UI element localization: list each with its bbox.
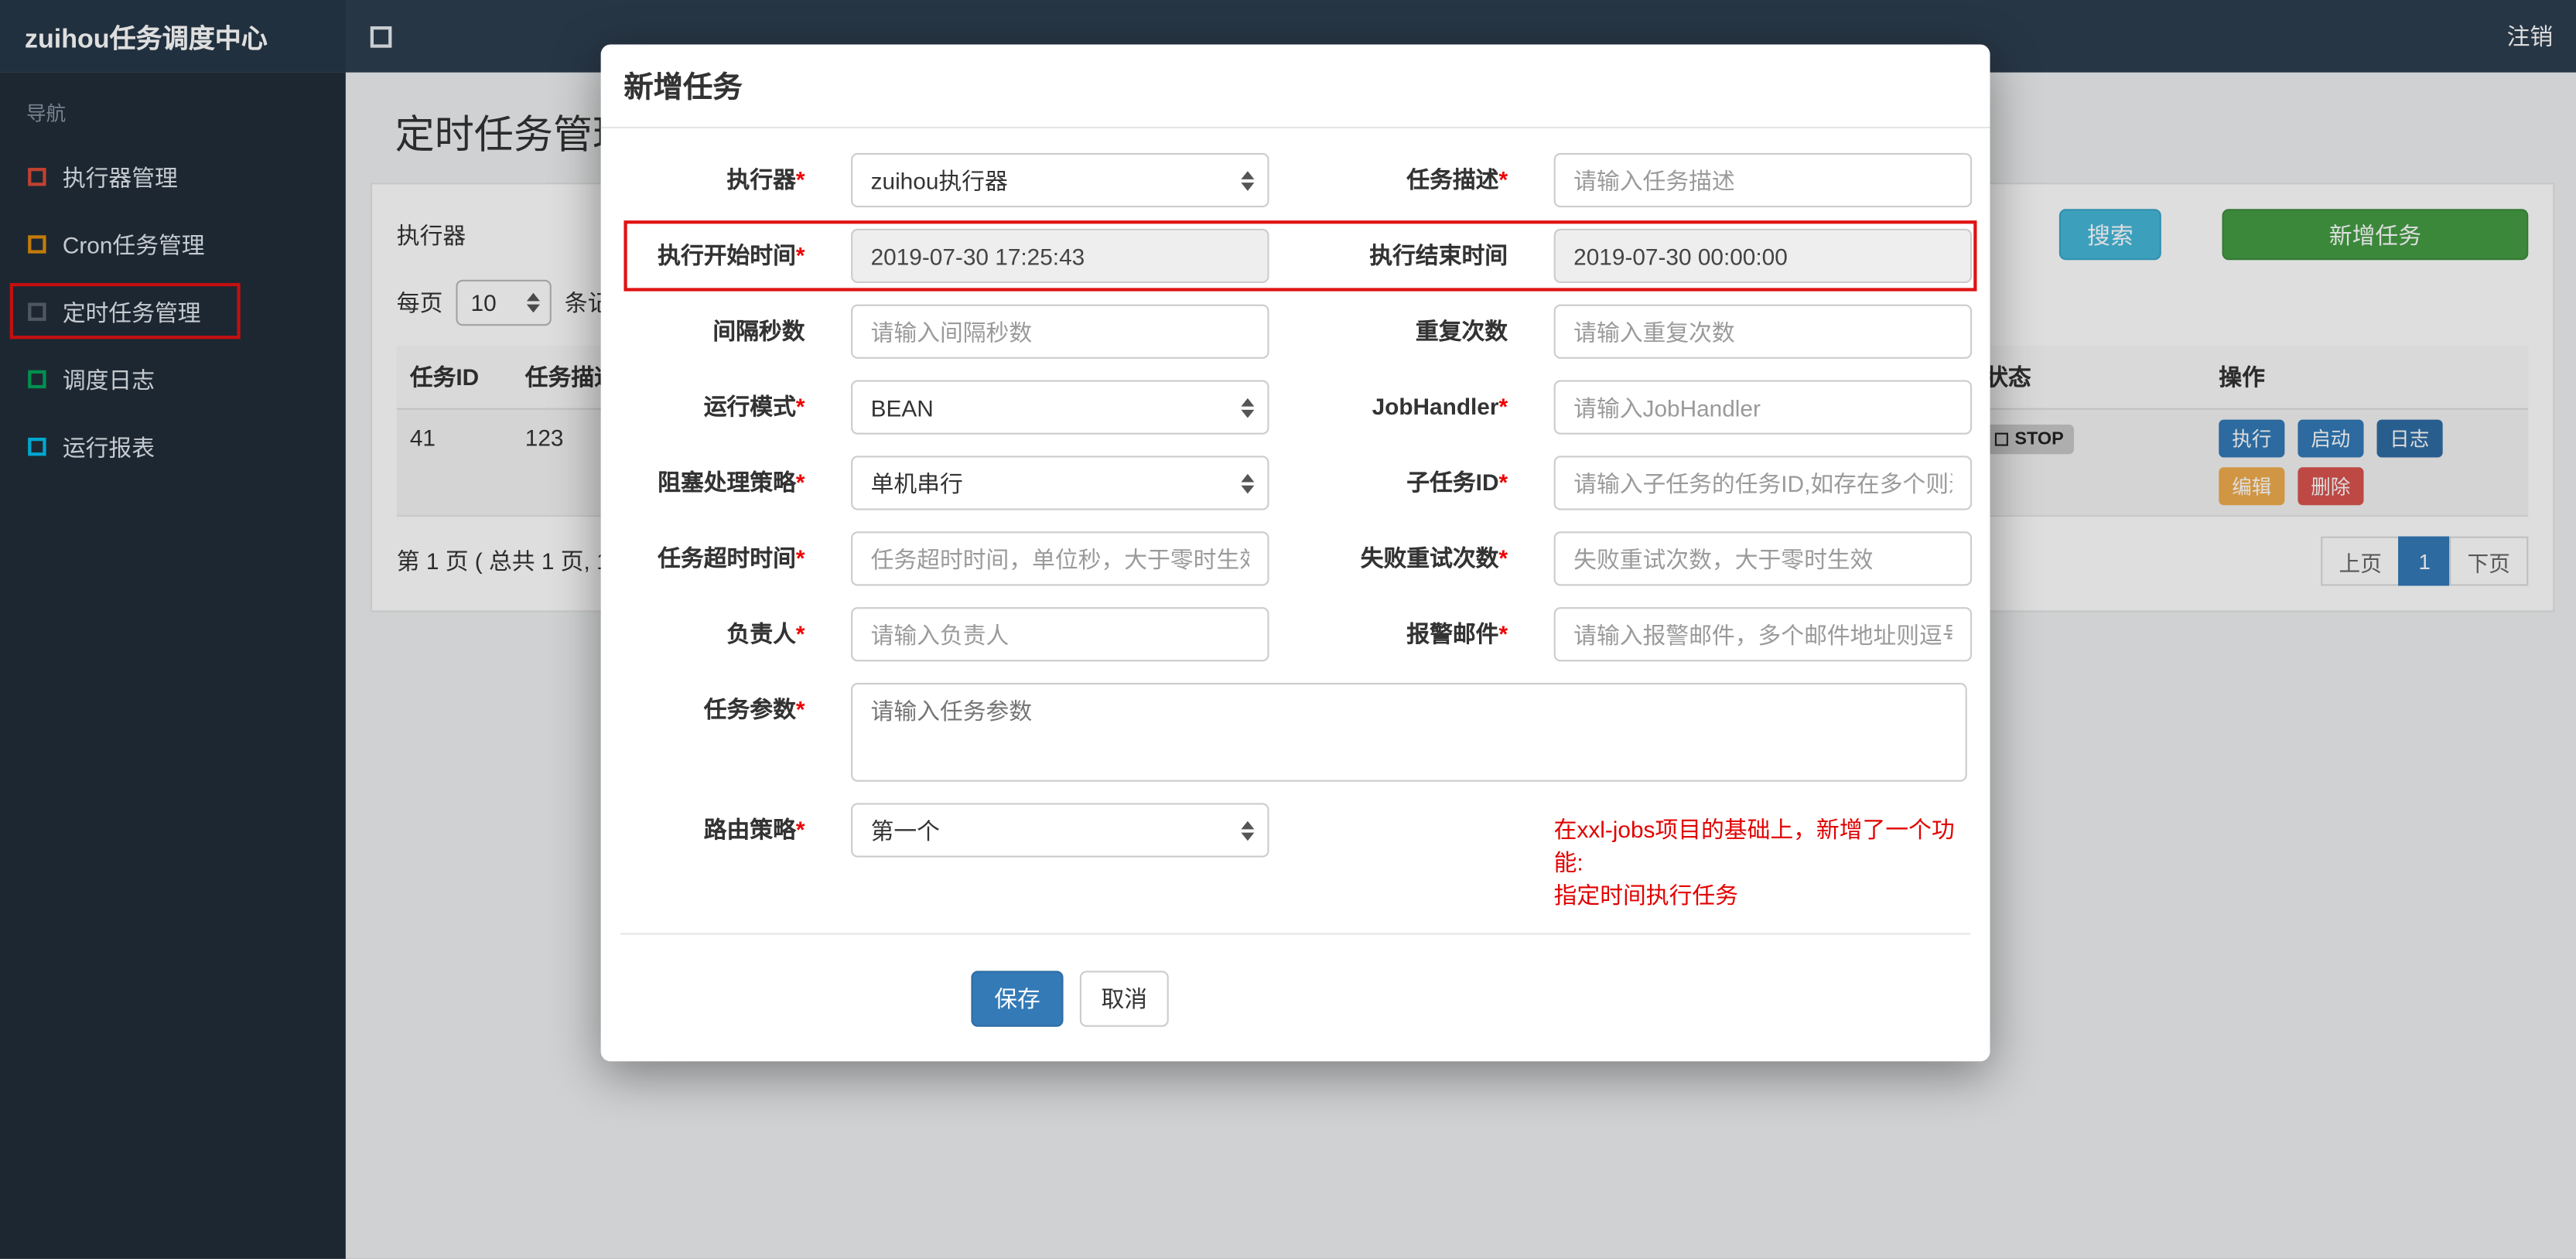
modal-title: 新增任务 [624,70,743,104]
executor-select-value: zuihou执行器 [870,166,1008,194]
executor-select[interactable]: zuihou执行器 [851,152,1269,208]
form-row-owner: 负责人* 报警邮件* [620,607,1973,662]
feature-note-line-1: 在xxl-jobs项目的基础上，新增了一个功能: [1553,816,1955,875]
required-asterisk: * [1498,165,1508,193]
child-job-input[interactable] [1553,455,1973,510]
owner-label: 负责人* [726,620,805,647]
route-strategy-select-value: 第一个 [870,817,940,844]
form-row-executor: 执行器* zuihou执行器 任务描述* [620,152,1973,208]
form-row-block-strategy: 阻塞处理策略* 单机串行 子任务ID* [620,455,1973,510]
save-button[interactable]: 保存 [971,971,1064,1027]
form-row-job-param: 任务参数* [620,683,1970,782]
required-asterisk: * [795,544,805,571]
jobhandler-label: JobHandler* [1372,393,1508,420]
feature-note-line-2: 指定时间执行任务 [1553,882,1738,909]
feature-note: 在xxl-jobs项目的基础上，新增了一个功能: 指定时间执行任务 [1554,813,1970,912]
child-job-label: 子任务ID* [1406,469,1508,496]
run-mode-label: 运行模式* [703,393,805,420]
modal-body: 执行器* zuihou执行器 任务描述* 执行开始时间* [601,128,1990,1027]
end-time-input[interactable] [1553,228,1973,283]
form-row-route-strategy: 路由策略* 第一个 在xxl-jobs项目的基础上，新增了一个功能: 指定时间执… [620,803,1970,911]
job-desc-input[interactable] [1553,152,1973,208]
block-strategy-select-value: 单机串行 [870,469,963,496]
app-root: zuihou任务调度中心 注销 导航 执行器管理 Cron任务管理 定时任务管理… [0,0,2576,1259]
required-asterisk: * [795,816,805,843]
job-param-label: 任务参数* [703,696,805,723]
required-asterisk: * [1498,544,1508,571]
route-strategy-label: 路由策略* [703,816,805,843]
timeout-input[interactable] [851,531,1269,586]
required-asterisk: * [795,696,805,723]
form-row-timeout: 任务超时时间* 失败重试次数* [620,531,1973,586]
form-row-exec-time: 执行开始时间* 执行结束时间 [620,220,1977,292]
select-arrows-icon [1241,473,1255,493]
select-arrows-icon [1241,170,1255,190]
required-asterisk: * [795,469,805,496]
job-param-textarea[interactable] [851,683,1967,782]
retry-count-label: 失败重试次数* [1360,544,1508,571]
required-asterisk: * [795,393,805,420]
modal-footer: 保存 取消 [620,935,1970,1027]
interval-input[interactable] [851,304,1269,359]
block-strategy-label: 阻塞处理策略* [658,469,805,496]
form-row-run-mode: 运行模式* BEAN JobHandler* [620,380,1973,435]
block-strategy-select[interactable]: 单机串行 [851,455,1269,510]
end-time-label: 执行结束时间 [1369,241,1508,268]
required-asterisk: * [795,620,805,647]
jobhandler-input[interactable] [1553,380,1973,435]
retry-count-input[interactable] [1553,531,1973,586]
repeat-count-label: 重复次数 [1415,317,1508,344]
form-row-interval: 间隔秒数 重复次数 [620,304,1973,359]
modal-header: 新增任务 [600,44,1990,128]
alarm-email-label: 报警邮件* [1406,620,1508,647]
alarm-email-input[interactable] [1553,607,1973,662]
interval-label: 间隔秒数 [712,317,805,344]
executor-label: 执行器* [726,165,805,193]
start-time-input[interactable] [851,228,1269,283]
select-arrows-icon [1241,820,1255,841]
run-mode-select[interactable]: BEAN [851,380,1269,435]
required-asterisk: * [1498,620,1508,647]
start-time-label: 执行开始时间* [658,241,805,268]
add-task-modal: 新增任务 执行器* zuihou执行器 任务描述* 请输入任务描述 执行开始时间… [600,44,1990,1062]
cancel-button[interactable]: 取消 [1079,971,1169,1027]
timeout-label: 任务超时时间* [658,544,805,571]
route-strategy-select[interactable]: 第一个 [851,803,1269,858]
owner-input[interactable] [851,607,1269,662]
run-mode-select-value: BEAN [870,394,934,421]
select-arrows-icon [1241,397,1255,418]
repeat-count-input[interactable] [1553,304,1973,359]
required-asterisk: * [795,241,805,268]
required-asterisk: * [1498,393,1508,420]
required-asterisk: * [795,165,805,193]
required-asterisk: * [1498,469,1508,496]
job-desc-label: 任务描述* [1406,165,1508,193]
